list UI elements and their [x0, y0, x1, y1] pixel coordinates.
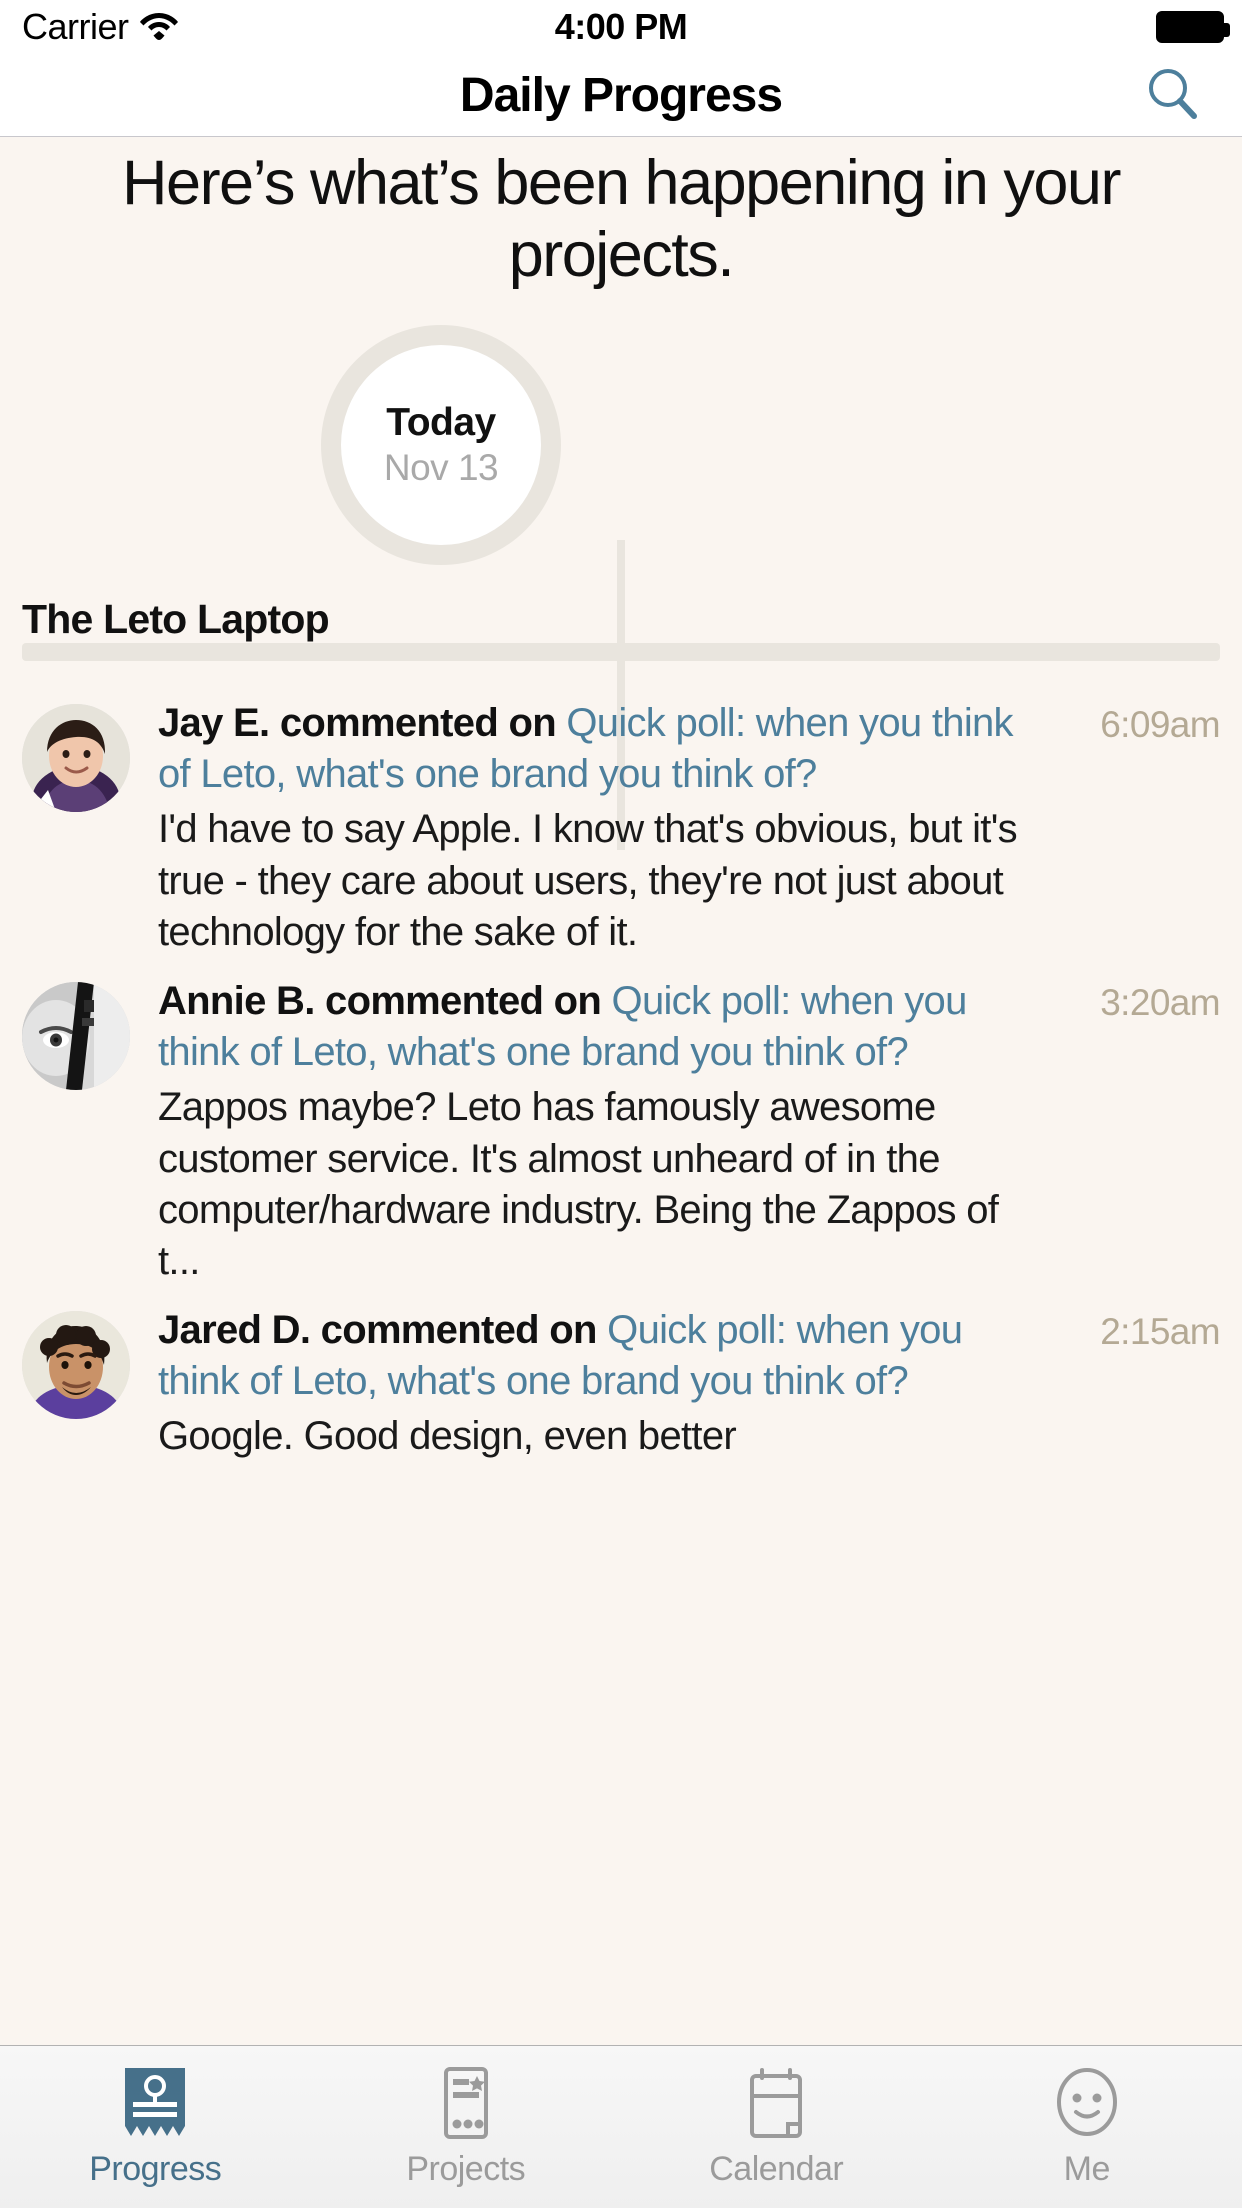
battery-full-icon: [1156, 11, 1230, 43]
list-item-body: Annie B. commented on Quick poll: when y…: [158, 976, 1040, 1287]
avatar: [22, 981, 130, 1090]
calendar-icon: [740, 2066, 812, 2142]
tab-projects[interactable]: Projects: [311, 2046, 622, 2189]
tab-bar: Progress Projects Calendar Me: [0, 2045, 1242, 2208]
list-item[interactable]: Jared D. commented on Quick poll: when y…: [0, 1287, 1242, 1463]
nav-bar: Daily Progress: [0, 54, 1242, 137]
list-item-headline: Jay E. commented on Quick poll: when you…: [158, 698, 1040, 800]
date-marker-date: Nov 13: [383, 447, 499, 488]
actor-name: Annie B. commented on: [158, 978, 612, 1023]
projects-list-icon: [430, 2066, 502, 2142]
status-bar-right: [1156, 11, 1230, 43]
timestamp: 3:20am: [1100, 981, 1220, 1023]
comment-text: Zappos maybe? Leto has famously awesome …: [158, 1085, 999, 1283]
list-item-body: Jared D. commented on Quick poll: when y…: [158, 1305, 1040, 1463]
status-bar-clock: 4:00 PM: [554, 6, 688, 47]
app-screen: Carrier 4:00 PM Daily Progress Here’s wh…: [0, 0, 1242, 2208]
tab-me[interactable]: Me: [932, 2046, 1242, 2189]
search-icon[interactable]: [1142, 64, 1204, 126]
list-item-headline: Jared D. commented on Quick poll: when y…: [158, 1305, 1040, 1407]
project-divider-bar: [22, 643, 1220, 661]
avatar: [22, 1311, 130, 1420]
tab-progress[interactable]: Progress: [0, 2046, 311, 2189]
page-title: Daily Progress: [459, 69, 783, 122]
tab-projects-label: Projects: [406, 2150, 526, 2188]
tab-calendar-label: Calendar: [709, 2150, 844, 2188]
tab-progress-label: Progress: [89, 2150, 222, 2188]
comment-text: I'd have to say Apple. I know that's obv…: [158, 807, 1018, 954]
timestamp: 6:09am: [1100, 704, 1220, 745]
headline-text: Here’s what’s been happening in your pro…: [122, 148, 1121, 290]
activity-feed[interactable]: Jay E. commented on Quick poll: when you…: [0, 680, 1242, 2045]
actor-name: Jared D. commented on: [158, 1308, 608, 1353]
project-title: The Leto Laptop: [22, 596, 330, 642]
list-item[interactable]: Jay E. commented on Quick poll: when you…: [0, 680, 1242, 958]
timestamp: 2:15am: [1100, 1311, 1220, 1353]
list-item[interactable]: Annie B. commented on Quick poll: when y…: [0, 958, 1242, 1287]
tab-me-label: Me: [1063, 2150, 1111, 2188]
avatar: [22, 704, 130, 812]
tab-calendar[interactable]: Calendar: [621, 2046, 932, 2189]
list-item-body: Jay E. commented on Quick poll: when you…: [158, 698, 1040, 958]
status-bar: Carrier 4:00 PM: [0, 0, 1242, 54]
date-marker: Today Nov 13: [321, 325, 561, 565]
smiley-face-icon: [1051, 2066, 1123, 2142]
actor-name: Jay E. commented on: [158, 701, 567, 745]
progress-report-icon: [119, 2066, 191, 2142]
list-item-headline: Annie B. commented on Quick poll: when y…: [158, 976, 1040, 1078]
date-marker-label: Today: [386, 401, 496, 444]
comment-text: Google. Good design, even better: [158, 1414, 737, 1459]
